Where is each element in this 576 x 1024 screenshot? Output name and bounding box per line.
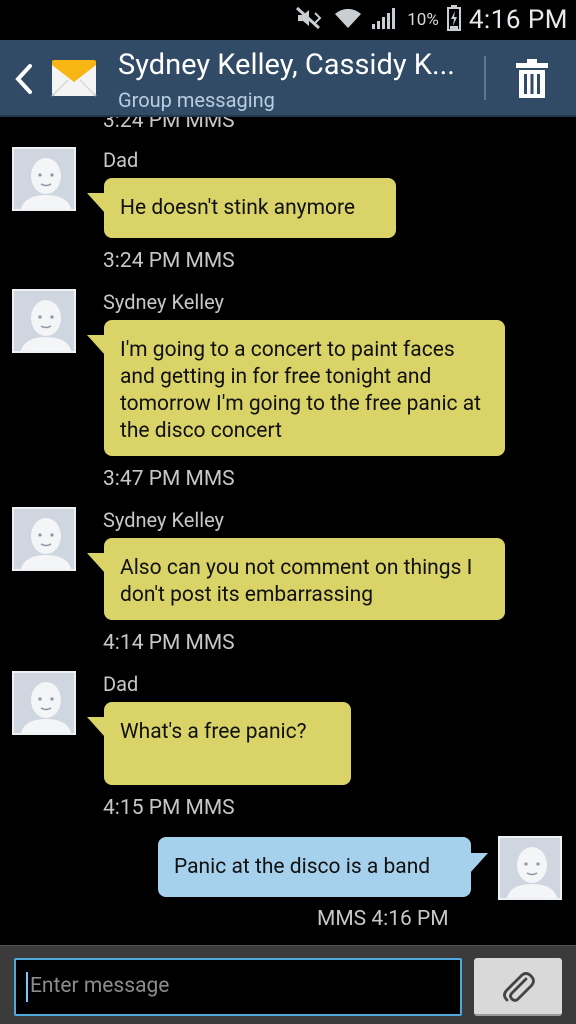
avatar[interactable] [12,289,76,353]
composer-bar: Enter message [0,945,576,1024]
message-input-placeholder: Enter message [30,974,170,998]
avatar[interactable] [12,671,76,735]
back-icon[interactable] [10,62,40,96]
message-timestamp: 3:24 PM MMS [103,117,235,133]
message-bubble[interactable]: I'm going to a concert to paint faces an… [104,320,505,456]
signal-icon [371,6,399,34]
message-bubble-outgoing[interactable]: Panic at the disco is a band [158,837,471,897]
message-bubble[interactable]: He doesn't stink anymore [104,178,396,238]
message-bubble[interactable]: What's a free panic? [104,702,351,785]
message-timestamp: 4:14 PM MMS [103,631,235,655]
paperclip-icon [503,972,535,1002]
header-divider [484,56,486,100]
message-bubble[interactable]: Also can you not comment on things I don… [104,538,505,620]
sender-name: Dad [103,148,139,172]
sender-name: Sydney Kelley [103,508,225,532]
message-timestamp: 3:24 PM MMS [103,249,235,273]
conversation-header: Sydney Kelley, Cassidy K... Group messag… [0,40,576,117]
page-subtitle: Group messaging [118,88,275,112]
message-timestamp: 4:15 PM MMS [103,796,235,820]
message-timestamp: 3:47 PM MMS [103,467,235,491]
avatar[interactable] [12,147,76,211]
messaging-app-icon[interactable] [50,54,98,102]
status-bar: 10% 4:16 PM [0,0,576,40]
my-avatar[interactable] [498,836,562,900]
message-timestamp: MMS 4:16 PM [317,907,449,931]
wifi-icon [333,6,363,34]
conversation-list[interactable]: 3:24 PM MMS Dad He doesn't stink anymore… [0,117,576,945]
battery-icon [446,5,461,35]
attach-button[interactable] [474,958,562,1016]
sender-name: Sydney Kelley [103,290,225,314]
avatar[interactable] [12,507,76,571]
text-cursor [26,972,28,1002]
clock: 4:16 PM [468,5,568,35]
sender-name: Dad [103,672,139,696]
mute-icon [295,6,325,34]
message-input[interactable]: Enter message [14,958,462,1016]
battery-percent: 10% [407,10,439,30]
trash-icon[interactable] [512,58,552,102]
page-title: Sydney Kelley, Cassidy K... [118,48,455,82]
